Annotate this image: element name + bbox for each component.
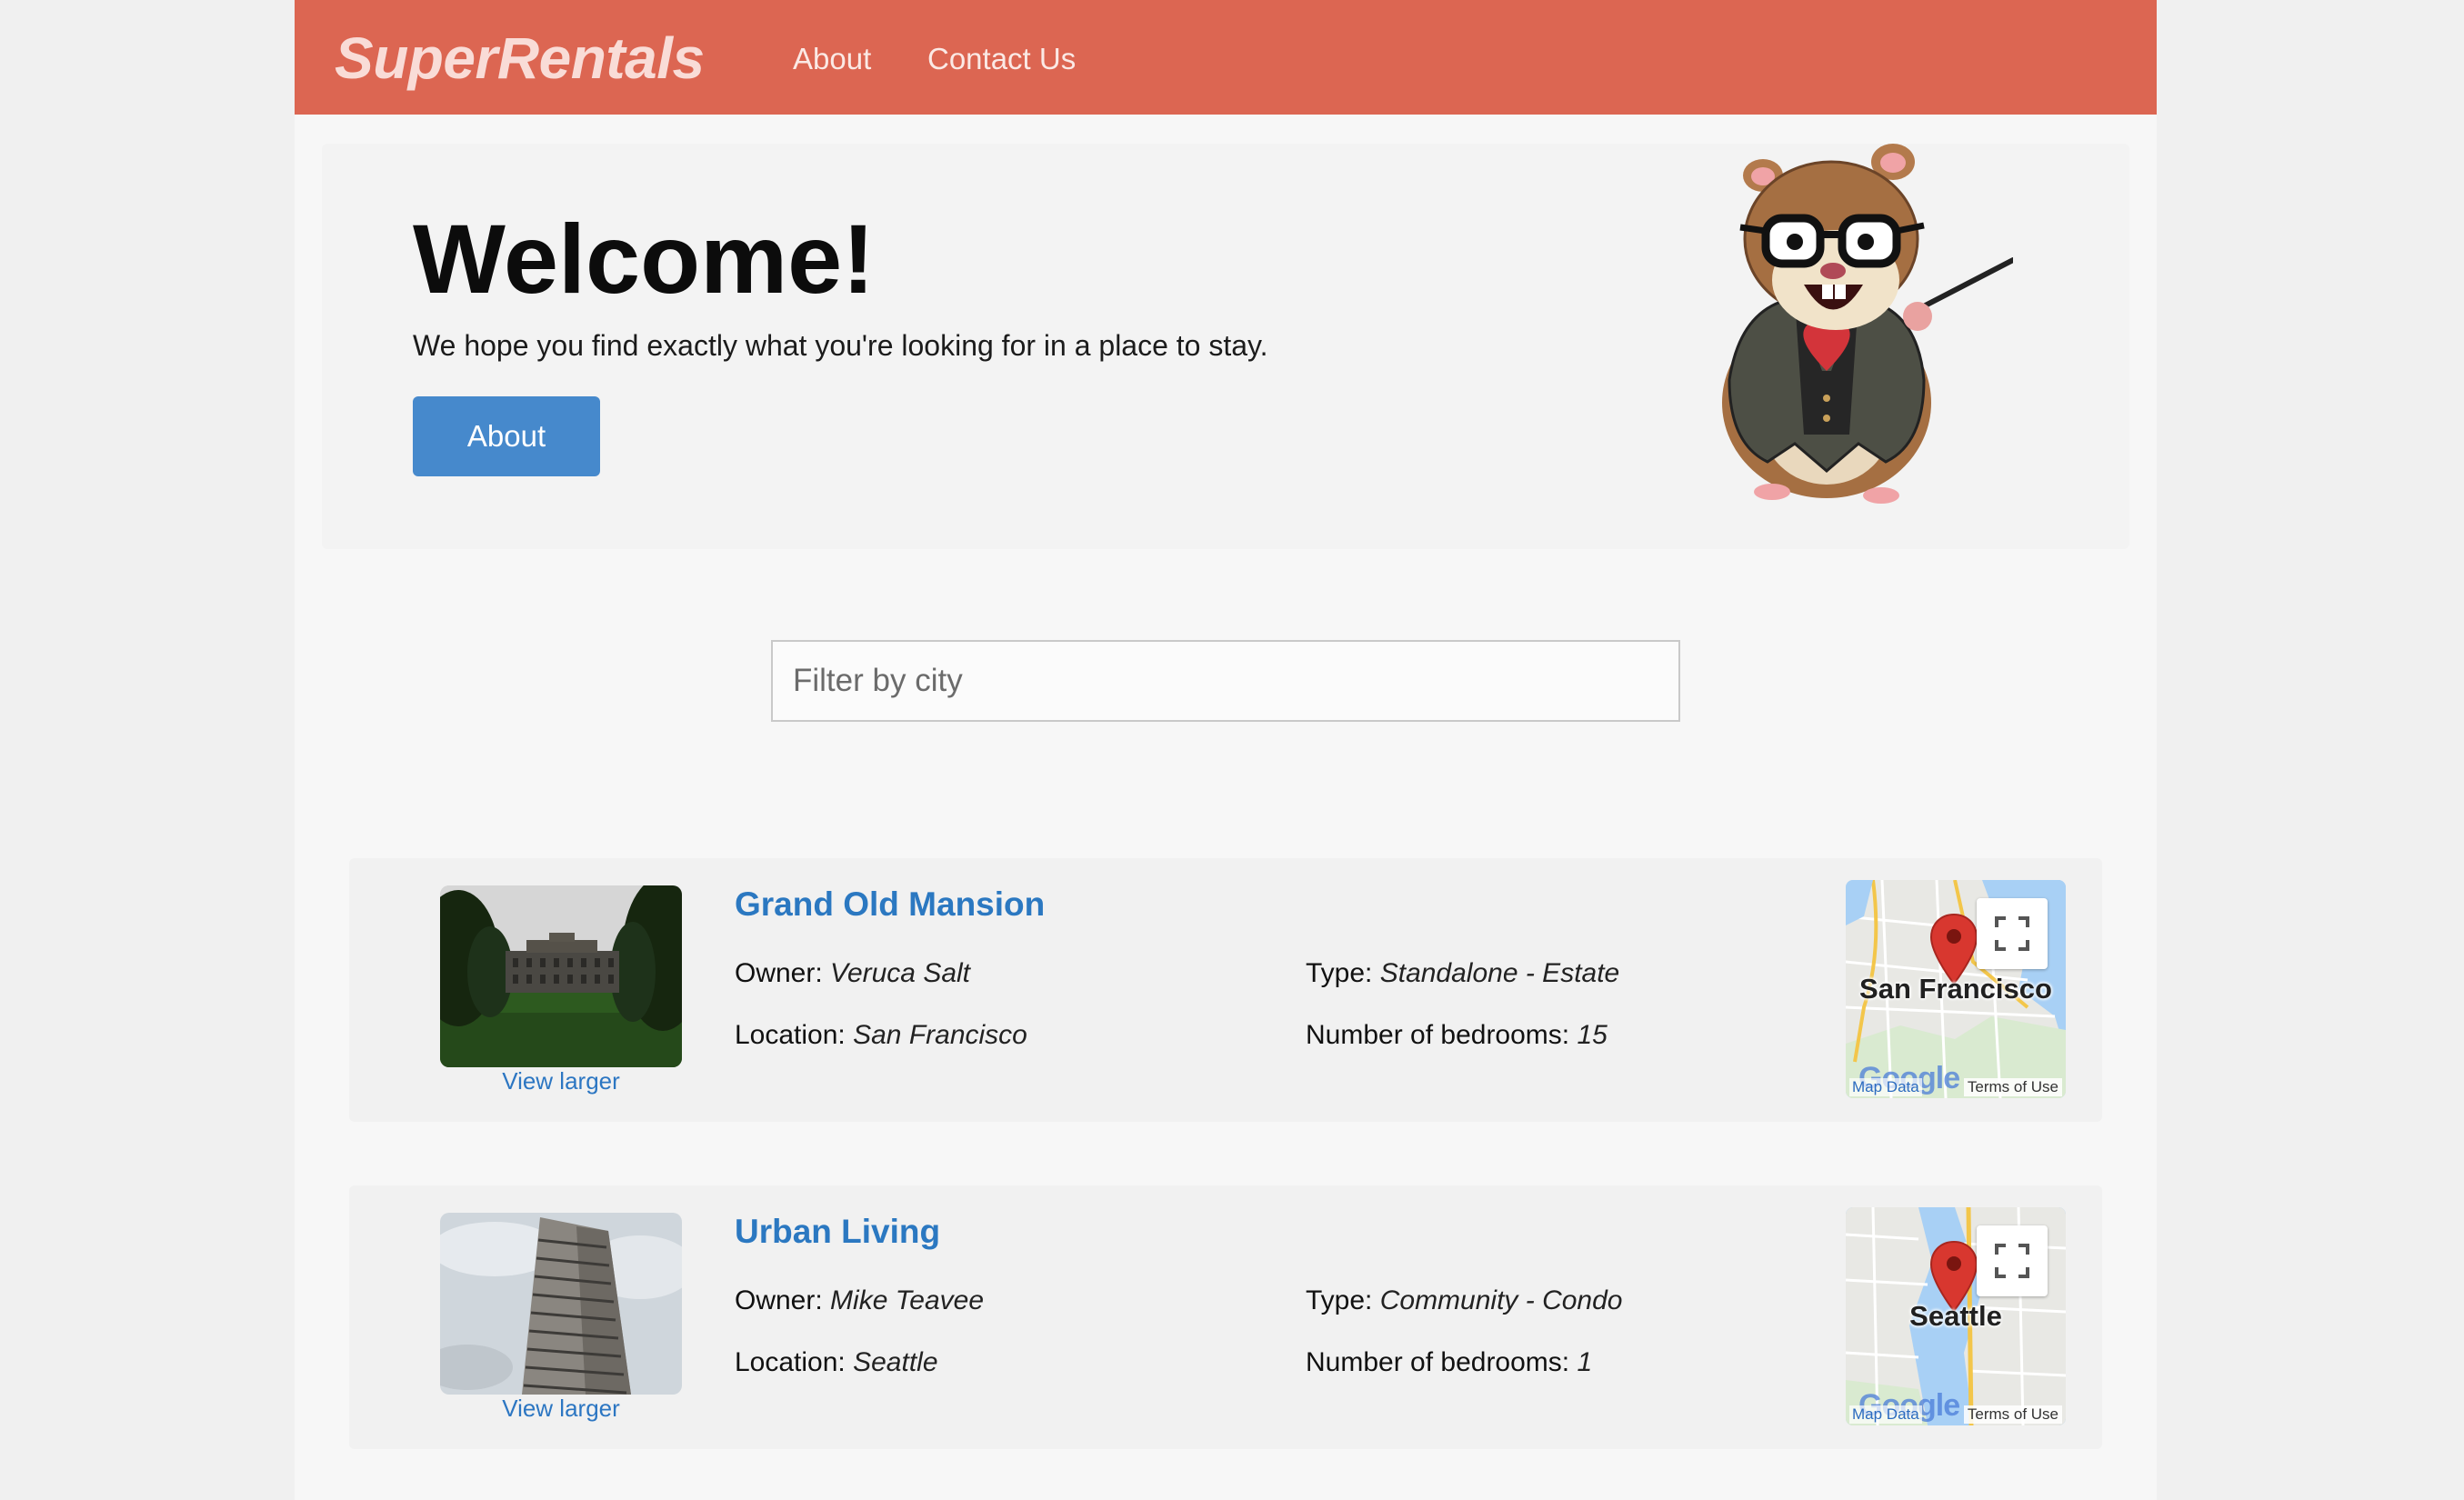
owner-value: Veruca Salt	[830, 958, 971, 988]
rental-image[interactable]	[440, 1213, 682, 1395]
page: SuperRentals About Contact Us Welcome! W…	[295, 0, 2157, 1500]
fullscreen-button[interactable]	[1977, 1225, 2048, 1296]
type-value: Community - Condo	[1379, 1285, 1623, 1315]
about-button[interactable]: About	[413, 396, 600, 476]
rental-owner: Owner: Veruca Salt	[735, 958, 970, 989]
location-label: Location:	[735, 1020, 846, 1050]
welcome-subtitle: We hope you find exactly what you're loo…	[413, 329, 1268, 362]
owner-value: Mike Teavee	[830, 1285, 985, 1315]
tomster-mascot	[1722, 144, 2013, 504]
rental-title-link[interactable]: Grand Old Mansion	[735, 885, 1045, 924]
rental-type: Type: Standalone - Estate	[1306, 958, 1619, 989]
welcome-jumbo: Welcome! We hope you find exactly what y…	[322, 144, 2129, 549]
location-label: Location:	[735, 1347, 846, 1377]
rental-bedrooms: Number of bedrooms: 1	[1306, 1347, 1592, 1378]
view-larger-link[interactable]: View larger	[440, 1395, 682, 1423]
bedrooms-value: 1	[1577, 1347, 1593, 1377]
rental-title-link[interactable]: Urban Living	[735, 1213, 940, 1251]
rental-owner: Owner: Mike Teavee	[735, 1285, 984, 1316]
map-data-link[interactable]: Map Data	[1849, 1405, 1922, 1424]
nav-about-link[interactable]: About	[793, 36, 871, 82]
city-filter-input[interactable]	[771, 640, 1680, 722]
bedrooms-value: 15	[1577, 1020, 1608, 1050]
fullscreen-icon	[1995, 916, 2029, 951]
rental-map[interactable]: Seattle Google Map Data Terms of Use	[1846, 1207, 2066, 1425]
map-data-link[interactable]: Map Data	[1849, 1078, 1922, 1096]
navbar: SuperRentals About Contact Us	[295, 0, 2157, 115]
map-city-label: Seattle	[1909, 1300, 2002, 1332]
rental-type: Type: Community - Condo	[1306, 1285, 1622, 1316]
rental-card: View larger Grand Old Mansion Owner: Ver…	[349, 858, 2102, 1122]
bedrooms-label: Number of bedrooms:	[1306, 1020, 1570, 1050]
owner-label: Owner:	[735, 958, 823, 988]
map-city-label: San Francisco	[1859, 973, 2052, 1005]
terms-of-use-link[interactable]: Terms of Use	[1963, 1405, 2062, 1424]
type-label: Type:	[1306, 958, 1373, 988]
owner-label: Owner:	[735, 1285, 823, 1315]
type-value: Standalone - Estate	[1379, 958, 1620, 988]
view-larger-link[interactable]: View larger	[440, 1067, 682, 1095]
rental-map[interactable]: San Francisco Google Map Data Terms of U…	[1846, 880, 2066, 1098]
nav-contact-link[interactable]: Contact Us	[927, 36, 1076, 82]
rental-location: Location: San Francisco	[735, 1020, 1027, 1051]
location-value: Seattle	[853, 1347, 938, 1377]
terms-of-use-link[interactable]: Terms of Use	[1963, 1078, 2062, 1096]
rental-bedrooms: Number of bedrooms: 15	[1306, 1020, 1608, 1051]
bedrooms-label: Number of bedrooms:	[1306, 1347, 1570, 1377]
fullscreen-button[interactable]	[1977, 898, 2048, 969]
location-value: San Francisco	[853, 1020, 1027, 1050]
fullscreen-icon	[1995, 1244, 2029, 1278]
welcome-title: Welcome!	[413, 204, 876, 314]
rental-image[interactable]	[440, 885, 682, 1067]
type-label: Type:	[1306, 1285, 1373, 1315]
brand-link[interactable]: SuperRentals	[335, 22, 705, 95]
rental-location: Location: Seattle	[735, 1347, 938, 1378]
rental-card: View larger Urban Living Owner: Mike Tea…	[349, 1185, 2102, 1449]
